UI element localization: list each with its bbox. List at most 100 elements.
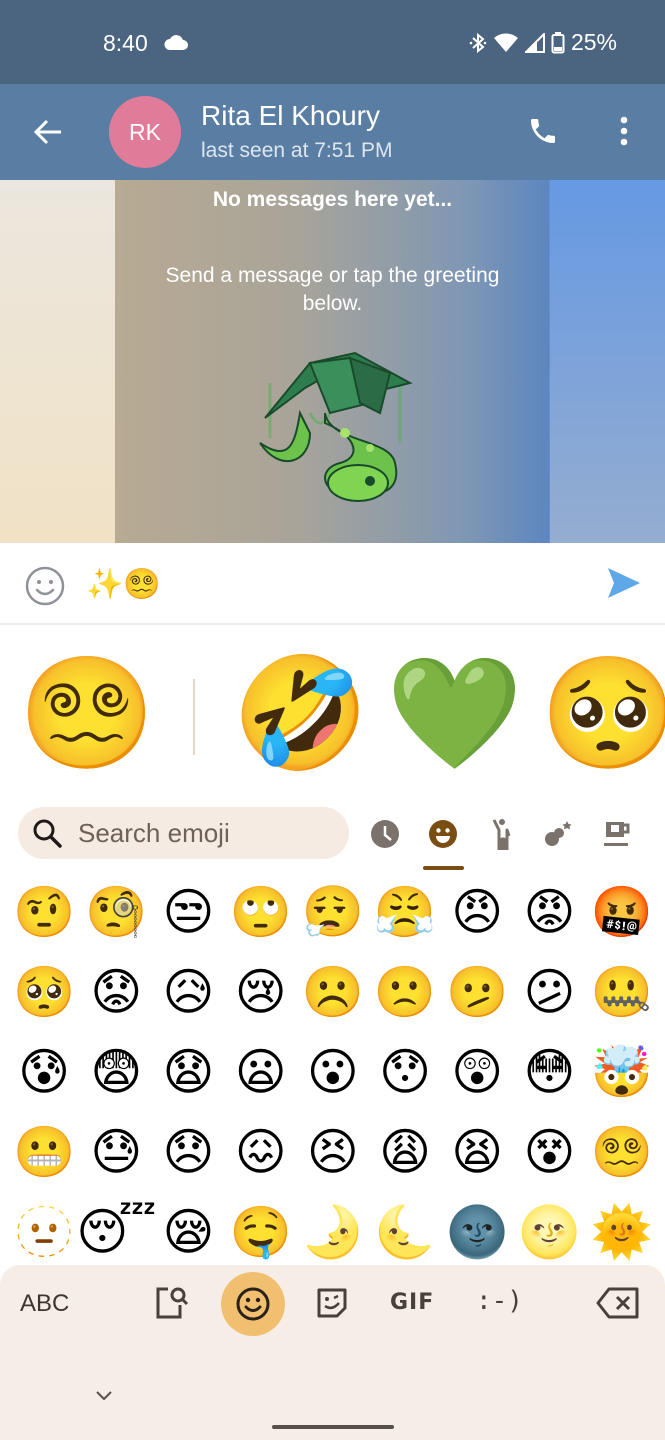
- tab-nature[interactable]: [539, 814, 579, 854]
- active-tab-indicator: [423, 866, 464, 870]
- emoji-grid: 🤨 🧐 😒 🙄 😮‍💨 😤 😠 😡 🤬 🥺 😟 😥 😢 ☹️ 🙁 🫤 😕 🤐 😰 😨 😧 😦 😮 😯 😲 😳 🤯 😬 😓 😞 😖 😣 😩 😫 😵 😵‍…: [8, 872, 658, 1272]
- emoji-cell[interactable]: 😕: [513, 952, 585, 1032]
- emoji-cell[interactable]: 😒: [152, 872, 224, 952]
- emoji-cell[interactable]: 😥: [152, 952, 224, 1032]
- cloud-icon: [163, 35, 189, 56]
- collapse-keyboard-button[interactable]: [92, 1383, 116, 1407]
- coffee-cup-icon: [604, 822, 630, 846]
- empty-chat-subtitle: Send a message or tap the greeting below…: [165, 264, 500, 315]
- emoji-cell[interactable]: 🤬: [586, 872, 658, 952]
- emoji-cell[interactable]: 😞: [152, 1112, 224, 1192]
- emoji-cell[interactable]: 😯: [369, 1032, 441, 1112]
- wifi-icon: [493, 33, 519, 53]
- backspace-icon: [596, 1287, 639, 1319]
- emoji-cell[interactable]: 😬: [8, 1112, 80, 1192]
- chat-area: No messages here yet... Send a message o…: [0, 180, 665, 543]
- person-waving-icon: [492, 819, 511, 850]
- emoji-cell[interactable]: 😤: [369, 872, 441, 952]
- send-icon: [608, 568, 640, 598]
- emoji-cell[interactable]: 🙄: [225, 872, 297, 952]
- back-button[interactable]: [28, 112, 68, 152]
- emoji-cell[interactable]: 🙁: [369, 952, 441, 1032]
- emoji-cell[interactable]: 😖: [225, 1112, 297, 1192]
- wallpaper-right: [550, 180, 665, 543]
- battery-percent: 25%: [570, 29, 617, 55]
- emoji-cell[interactable]: 🧐: [80, 872, 152, 952]
- emoji-cell[interactable]: 😵‍💫: [586, 1112, 658, 1192]
- emoji-cell[interactable]: 😳: [513, 1032, 585, 1112]
- emoticon-tab-button[interactable]: :-): [476, 1286, 523, 1316]
- emoji-cell[interactable]: 😓: [80, 1112, 152, 1192]
- gesture-nav-handle[interactable]: [272, 1425, 394, 1429]
- emoji-cell[interactable]: 🥺: [8, 952, 80, 1032]
- emoji-toggle-button[interactable]: [24, 565, 66, 607]
- emoji-cell[interactable]: 😨: [80, 1032, 152, 1112]
- emoji-cell[interactable]: ☹️: [297, 952, 369, 1032]
- emoji-cell[interactable]: 😧: [152, 1032, 224, 1112]
- abc-button[interactable]: ABC: [20, 1290, 69, 1318]
- phone-icon: [531, 119, 555, 143]
- bluetooth-icon: [469, 32, 487, 54]
- emoji-cell[interactable]: 🌜: [369, 1192, 441, 1272]
- emoji-cell[interactable]: 🌛: [297, 1192, 369, 1272]
- more-options-button[interactable]: [607, 110, 641, 152]
- sticker-tab-button[interactable]: [310, 1281, 354, 1325]
- emoji-cell[interactable]: 🤨: [8, 872, 80, 952]
- clock-icon: [371, 820, 399, 848]
- kitchen-divider: [193, 679, 195, 755]
- emoji-search-input[interactable]: Search emoji: [18, 807, 349, 859]
- emoji-cell[interactable]: 😵: [513, 1112, 585, 1192]
- emoji-cell[interactable]: 😴: [76, 1192, 156, 1272]
- sticker-search-icon: [156, 1287, 189, 1319]
- message-composer: ✨😵‍💫: [0, 543, 665, 625]
- tab-food[interactable]: [597, 814, 637, 854]
- emoji-cell[interactable]: 😫: [441, 1112, 513, 1192]
- call-button[interactable]: [522, 110, 564, 152]
- last-seen-status: last seen at 7:51 PM: [201, 139, 393, 162]
- kitchen-suggestion[interactable]: 💚: [386, 649, 523, 779]
- emoji-cell[interactable]: 🌚: [441, 1192, 513, 1272]
- emoji-cell[interactable]: 😪: [152, 1192, 224, 1272]
- emoji-cell[interactable]: 😢: [225, 952, 297, 1032]
- kitchen-suggestion[interactable]: 😵‍💫: [18, 649, 155, 779]
- tab-recent[interactable]: [365, 814, 405, 854]
- emoji-cell[interactable]: 🫤: [441, 952, 513, 1032]
- smiley-icon: [429, 820, 457, 848]
- gif-tab-button[interactable]: GIF: [390, 1290, 434, 1315]
- emoji-cell[interactable]: 🌞: [586, 1192, 658, 1272]
- status-icons: 25%: [469, 29, 617, 56]
- tab-smileys[interactable]: [423, 814, 463, 854]
- more-vertical-icon: [620, 116, 628, 146]
- avatar[interactable]: RK: [109, 96, 181, 168]
- kitchen-suggestion[interactable]: 🥺: [540, 649, 665, 779]
- emoji-cell[interactable]: 😰: [8, 1032, 80, 1112]
- emoji-cell[interactable]: 🤯: [586, 1032, 658, 1112]
- kitchen-suggestion[interactable]: 🤣: [232, 649, 369, 779]
- emoji-cell[interactable]: 🤤: [225, 1192, 297, 1272]
- emoji-search-sticker-button[interactable]: [150, 1281, 194, 1325]
- smiley-outline-icon: [25, 566, 65, 606]
- empty-chat-title: No messages here yet...: [212, 188, 453, 211]
- emoji-cell[interactable]: 😣: [297, 1112, 369, 1192]
- wallpaper-left: [0, 180, 115, 543]
- emoji-cell[interactable]: 😩: [369, 1112, 441, 1192]
- emoji-cell[interactable]: 😦: [225, 1032, 297, 1112]
- emoji-cell[interactable]: 😟: [80, 952, 152, 1032]
- emoji-cell[interactable]: 😠: [441, 872, 513, 952]
- backspace-button[interactable]: [596, 1281, 640, 1325]
- emoji-cell[interactable]: 😮‍💨: [297, 872, 369, 952]
- emoji-cell[interactable]: 🤐: [586, 952, 658, 1032]
- emoji-cell[interactable]: 🌝: [513, 1192, 585, 1272]
- keyboard-bottom-bar: ABC GIF :-): [0, 1265, 665, 1440]
- tab-people[interactable]: [481, 814, 521, 854]
- emoji-cell[interactable]: 😡: [513, 872, 585, 952]
- battery-icon: [551, 31, 565, 54]
- send-button[interactable]: [606, 565, 648, 607]
- emoji-cell[interactable]: 😲: [441, 1032, 513, 1112]
- message-input[interactable]: ✨😵‍💫: [86, 565, 161, 605]
- emoji-cell[interactable]: 😮: [297, 1032, 369, 1112]
- emoji-tab-button[interactable]: [221, 1272, 285, 1336]
- contact-name[interactable]: Rita El Khoury: [201, 100, 380, 132]
- greeting-sticker[interactable]: [250, 343, 420, 513]
- emoji-cell[interactable]: 🫥: [8, 1192, 80, 1272]
